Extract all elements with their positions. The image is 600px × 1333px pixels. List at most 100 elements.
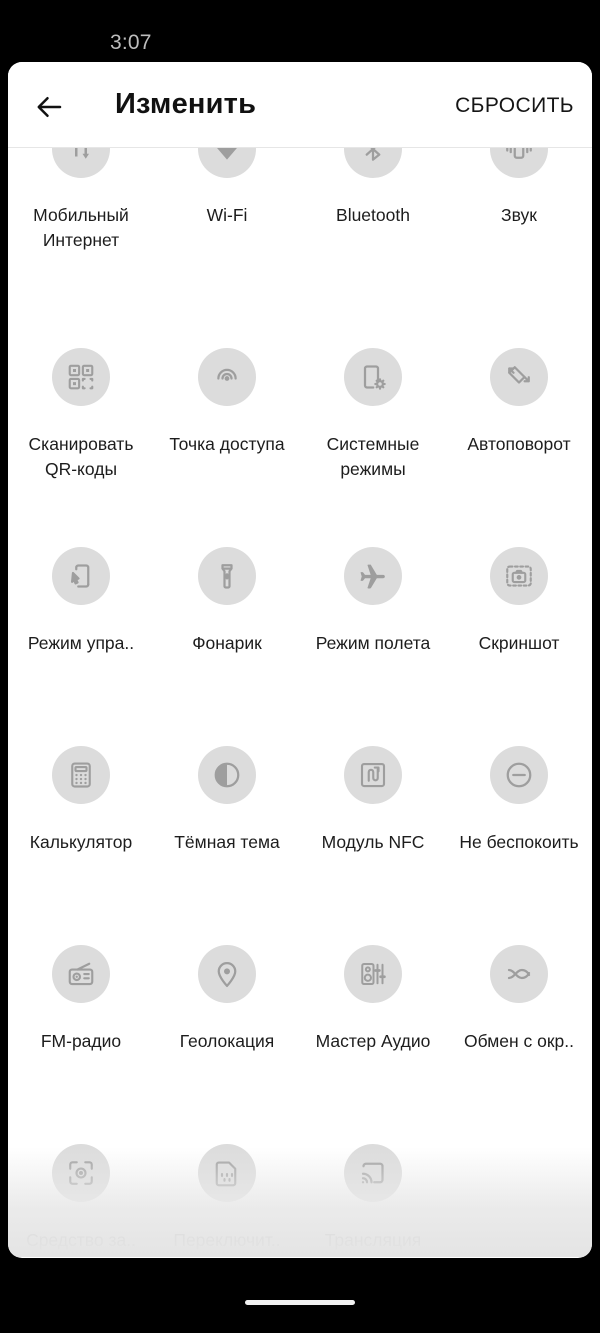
- tile-label: Сканировать QR-коды: [28, 434, 134, 479]
- tile-label: Геолокация: [179, 1031, 275, 1051]
- tile-icon-circle: [344, 547, 402, 605]
- nfc-icon: [358, 760, 388, 790]
- tile-grid: Мобильный Интернет Wi-Fi Bluetooth Звук Скан…: [8, 148, 592, 1257]
- tile-label: Звук: [501, 205, 537, 225]
- home-indicator[interactable]: [245, 1300, 355, 1305]
- tile-icon-circle: [344, 1144, 402, 1202]
- tile-icon-circle: [490, 547, 548, 605]
- quick-setting-tile[interactable]: Не беспокоить: [446, 746, 592, 945]
- status-bar: 3:07: [0, 0, 600, 62]
- tile-row: Режим упра.. Фонарик Режим полета Скриншот: [8, 547, 592, 746]
- tile-icon-circle: [52, 945, 110, 1003]
- tile-icon-circle: [490, 148, 548, 178]
- tile-icon-circle: [198, 547, 256, 605]
- quick-setting-tile[interactable]: Режим упра..: [8, 547, 154, 746]
- vibrate-icon: [504, 148, 534, 164]
- quick-setting-tile[interactable]: Скриншот: [446, 547, 592, 746]
- app-bar: Изменить СБРОСИТЬ: [8, 62, 592, 148]
- dark-theme-icon: [212, 760, 242, 790]
- tile-label: Bluetooth: [336, 205, 410, 225]
- tile-icon-circle: [52, 348, 110, 406]
- quick-setting-tile[interactable]: Тёмная тема: [154, 746, 300, 945]
- quick-setting-tile[interactable]: Сканировать QR-коды: [8, 348, 154, 547]
- tile-icon-circle: [490, 746, 548, 804]
- bluetooth-icon: [358, 148, 388, 164]
- auto-rotate-icon: [504, 362, 534, 392]
- back-button[interactable]: [30, 87, 70, 127]
- tile-icon-circle: [198, 1144, 256, 1202]
- tile-icon-circle: [344, 148, 402, 178]
- tile-row: Калькулятор Тёмная тема Модуль NFC Не беспо…: [8, 746, 592, 945]
- quick-setting-tile[interactable]: Мастер Аудио: [300, 945, 446, 1144]
- wifi-icon: [212, 148, 242, 164]
- tile-icon-circle: [344, 746, 402, 804]
- quick-setting-tile[interactable]: Режим полета: [300, 547, 446, 746]
- tile-label: Модуль NFC: [321, 832, 425, 852]
- one-hand-mode-icon: [66, 561, 96, 591]
- page-title: Изменить: [115, 88, 257, 120]
- tile-label: Не беспокоить: [459, 832, 579, 852]
- tile-label: Автоповорот: [467, 434, 571, 454]
- quick-setting-tile[interactable]: FM-радио: [8, 945, 154, 1144]
- tile-empty-slot: [446, 1144, 592, 1257]
- tile-label: Переключит..: [173, 1230, 281, 1250]
- tile-label: Калькулятор: [29, 832, 133, 852]
- reset-button[interactable]: СБРОСИТЬ: [455, 94, 574, 118]
- screen-recorder-icon: [66, 1158, 96, 1188]
- audio-master-icon: [358, 959, 388, 989]
- do-not-disturb-icon: [504, 760, 534, 790]
- hotspot-icon: [212, 362, 242, 392]
- quick-setting-tile[interactable]: Фонарик: [154, 547, 300, 746]
- tile-label: Трансляция экрана: [324, 1230, 422, 1257]
- airplane-icon: [358, 561, 388, 591]
- quick-setting-tile[interactable]: Модуль NFC: [300, 746, 446, 945]
- quick-setting-tile[interactable]: Bluetooth: [300, 148, 446, 348]
- tile-icon-circle: [198, 945, 256, 1003]
- quick-setting-tile[interactable]: Обмен с окр..: [446, 945, 592, 1144]
- tile-icon-circle: [52, 1144, 110, 1202]
- tile-label: FM-радио: [40, 1031, 122, 1051]
- quick-setting-tile[interactable]: Точка доступа: [154, 348, 300, 547]
- tile-row: Мобильный Интернет Wi-Fi Bluetooth Звук: [8, 148, 592, 348]
- tile-label: Тёмная тема: [174, 832, 280, 852]
- tile-label: Режим полета: [315, 633, 431, 653]
- arrow-left-icon: [35, 92, 65, 122]
- quick-setting-tile[interactable]: Геолокация: [154, 945, 300, 1144]
- calculator-icon: [66, 760, 96, 790]
- tile-row: FM-радио Геолокация Мастер Аудио Обмен с ок…: [8, 945, 592, 1144]
- tile-label: Wi-Fi: [206, 205, 248, 225]
- location-pin-icon: [212, 959, 242, 989]
- tile-row: Сканировать QR-коды Точка доступа Системны…: [8, 348, 592, 547]
- tile-icon-circle: [52, 547, 110, 605]
- tile-icon-circle: [344, 348, 402, 406]
- app-panel: Изменить СБРОСИТЬ Мобильный Интернет Wi-F…: [8, 62, 592, 1258]
- mobile-data-icon: [66, 148, 96, 164]
- screenshot-icon: [504, 561, 534, 591]
- phone-screen: 3:07 Изменить СБРОСИТЬ Мобильный Интерне…: [0, 0, 600, 1333]
- phone-gear-icon: [358, 362, 388, 392]
- tile-label: Скриншот: [478, 633, 560, 653]
- quick-setting-tile[interactable]: Wi-Fi: [154, 148, 300, 348]
- sim-card-icon: [212, 1158, 242, 1188]
- tile-label: Фонарик: [192, 633, 262, 653]
- quick-setting-tile[interactable]: Автоповорот: [446, 348, 592, 547]
- quick-setting-tile[interactable]: Мобильный Интернет: [8, 148, 154, 348]
- quick-setting-tile[interactable]: Средство за..: [8, 1144, 154, 1257]
- status-bar-clock: 3:07: [110, 31, 152, 54]
- quick-setting-tile[interactable]: Трансляция экрана: [300, 1144, 446, 1257]
- tile-label: Мобильный Интернет: [33, 205, 129, 250]
- quick-setting-tile[interactable]: Калькулятор: [8, 746, 154, 945]
- tile-icon-circle: [198, 746, 256, 804]
- nearby-share-icon: [504, 959, 534, 989]
- tile-label: Средство за..: [26, 1230, 136, 1250]
- quick-setting-tile[interactable]: Переключит..: [154, 1144, 300, 1257]
- quick-setting-tile[interactable]: Системные режимы: [300, 348, 446, 547]
- tile-icon-circle: [198, 148, 256, 178]
- quick-setting-tile[interactable]: Звук: [446, 148, 592, 348]
- tile-grid-scroll[interactable]: Мобильный Интернет Wi-Fi Bluetooth Звук Скан…: [8, 148, 592, 1257]
- tile-icon-circle: [198, 348, 256, 406]
- tile-icon-circle: [52, 746, 110, 804]
- tile-icon-circle: [490, 348, 548, 406]
- qr-scan-icon: [66, 362, 96, 392]
- tile-icon-circle: [52, 148, 110, 178]
